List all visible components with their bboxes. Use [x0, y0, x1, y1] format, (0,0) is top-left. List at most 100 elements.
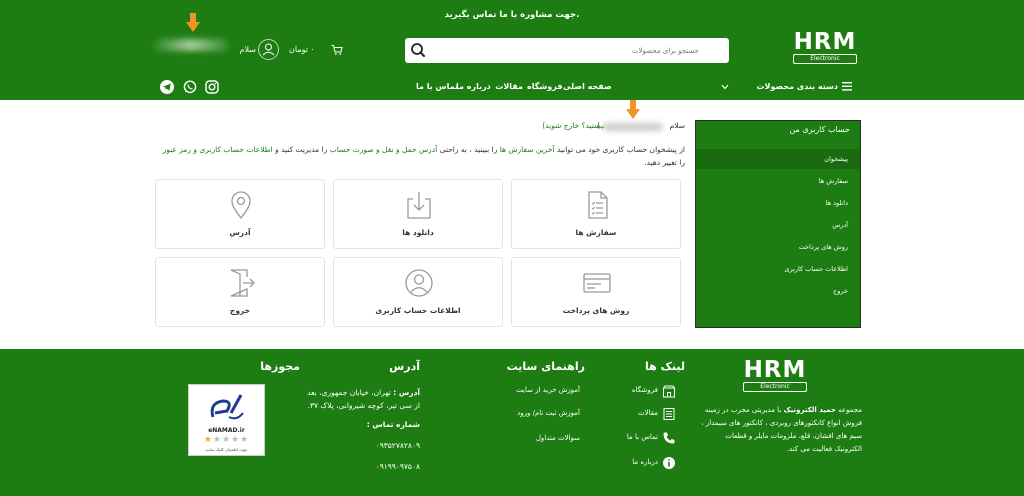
card-orders-label: سفارش ها	[575, 228, 617, 237]
hello-label: سلام	[239, 45, 256, 54]
intro-link-account[interactable]: اطلاعات حساب کاربری و رمز عبور	[163, 145, 273, 154]
footer-guide-title: راهنمای سایت	[506, 360, 585, 373]
nav-home[interactable]: صفحه اصلی	[563, 75, 612, 99]
site-logo[interactable]: HRM Electronic	[789, 30, 861, 66]
logout-door-icon	[230, 269, 255, 297]
footer-address: آدرس : تهران، خیابان جمهوری، بعد از سی ت…	[300, 386, 420, 473]
sidebar-item-orders[interactable]: سفارش ها	[696, 171, 860, 191]
account-button[interactable]	[258, 39, 279, 60]
site-footer: HRM Electronic مجموعه حمید الکترونیک با …	[0, 349, 1024, 496]
card-address-label: آدرس	[229, 228, 251, 237]
phone-number-1[interactable]: ۰۹۳۵۲۷۸۲۸۰۹	[376, 439, 420, 452]
sidebar-item-address[interactable]: آدرس	[696, 215, 860, 235]
nav-shop[interactable]: فروشگاه	[527, 75, 562, 99]
enamad-subtext: جهت اطمینان کلیک نمایید	[205, 447, 248, 452]
sidebar-item-payment-methods[interactable]: روش های پرداخت	[696, 237, 860, 257]
enamad-logo-icon	[210, 394, 244, 420]
cart-icon	[331, 45, 343, 55]
intro-link-orders[interactable]: آخرین سفارش ها	[500, 145, 555, 154]
sidebar-item-downloads[interactable]: دانلود ها	[696, 193, 860, 213]
location-pin-icon	[231, 191, 251, 220]
sidebar-item-logout[interactable]: خروج	[696, 281, 860, 301]
telegram-icon[interactable]	[159, 79, 175, 95]
address-label: آدرس :	[393, 388, 420, 397]
footer-link-about[interactable]: درباره ما	[600, 458, 658, 466]
card-payment-methods[interactable]: روش های پرداخت	[511, 257, 681, 327]
card-payment-methods-label: روش های پرداخت	[562, 306, 630, 315]
menu-icon	[842, 82, 852, 91]
card-downloads-label: دانلود ها	[402, 228, 434, 237]
intro-text-2: را ببینید ، به راحتی	[439, 145, 498, 154]
site-header: جهت مشاوره با ما تماس بگیرید. HRM Electr…	[0, 0, 1024, 100]
about-prefix: مجموعه	[838, 406, 862, 414]
whatsapp-icon[interactable]	[182, 79, 198, 95]
cart-amount: ۰ تومان	[289, 45, 315, 54]
dashboard-intro: از پیشخوان حساب کاربری خود می توانید آخر…	[155, 143, 685, 169]
footer-link-articles[interactable]: مقالات	[600, 409, 658, 417]
nav-contact[interactable]: تماس با ما	[416, 75, 458, 99]
phone-number-2[interactable]: ۰۹۱۹۹۰۹۷۵۰۸	[376, 460, 420, 473]
enamad-stars: ★★★★★	[203, 435, 250, 445]
footer-licenses-title: مجوزها	[260, 360, 300, 373]
user-circle-icon	[405, 269, 433, 297]
mini-cart[interactable]: ۰ تومان	[285, 38, 345, 62]
instagram-icon[interactable]	[204, 79, 220, 95]
top-message: جهت مشاوره با ما تماس بگیرید.	[444, 10, 580, 20]
credit-card-icon	[583, 273, 611, 293]
card-address[interactable]: آدرس	[155, 179, 325, 249]
chevron-down-icon[interactable]	[721, 84, 729, 90]
blurred-username-2	[603, 123, 663, 131]
footer-about: مجموعه حمید الکترونیک با مدیریتی مجرب در…	[697, 404, 862, 456]
footer-guide-buy[interactable]: آموزش خرید از سایت	[480, 386, 580, 394]
card-logout[interactable]: خروج	[155, 257, 325, 327]
info-icon	[663, 457, 675, 469]
footer-link-contact[interactable]: تماس با ما	[600, 433, 658, 441]
footer-guide-faq[interactable]: سوالات متداول	[480, 434, 580, 442]
enamad-badge[interactable]: eNAMAD.ir ★★★★★ جهت اطمینان کلیک نمایید	[188, 384, 265, 456]
card-downloads[interactable]: دانلود ها	[333, 179, 503, 249]
phone-label: شماره تماس :	[366, 420, 420, 429]
intro-link-address[interactable]: آدرس حمل و نقل و صورت حساب	[330, 145, 438, 154]
sidebar-item-dashboard[interactable]: پیشخوان	[696, 149, 860, 169]
card-account-details[interactable]: اطلاعات حساب کاربری	[333, 257, 503, 327]
nav-articles[interactable]: مقالات	[495, 75, 523, 99]
welcome-paren: (	[597, 121, 600, 130]
footer-address-title: آدرس	[389, 360, 420, 373]
nav-categories[interactable]: دسته بندی محصولات	[740, 75, 839, 99]
intro-text-3: را مدیریت کنید و	[275, 145, 328, 154]
main-nav: دسته بندی محصولات صفحه اصلی فروشگاه مقال…	[0, 75, 1024, 99]
footer-logo[interactable]: HRM Electronic	[739, 358, 811, 394]
logo-subtext: Electronic	[793, 54, 857, 64]
nav-about[interactable]: درباره ما	[456, 75, 491, 99]
articles-icon	[663, 408, 675, 420]
store-icon	[663, 385, 675, 398]
footer-link-shop[interactable]: فروشگاه	[600, 386, 658, 394]
welcome-prefix: سلام	[669, 121, 685, 130]
footer-logo-text: HRM	[743, 357, 807, 383]
document-list-icon	[588, 191, 608, 219]
search-box	[405, 38, 729, 63]
sidebar-item-account-details[interactable]: اطلاعات حساب کاربری	[696, 259, 860, 279]
enamad-text: eNAMAD.ir	[208, 427, 245, 434]
intro-text-1: از پیشخوان حساب کاربری خود می توانید	[556, 145, 685, 154]
about-brand: حمید الکترونیک	[783, 406, 836, 414]
footer-guide-register[interactable]: آموزش ثبت نام/ ورود	[480, 409, 580, 417]
account-sidebar: حساب کاربری من پیشخوان سفارش ها دانلود ه…	[695, 120, 861, 328]
blurred-username	[153, 39, 229, 51]
card-orders[interactable]: سفارش ها	[511, 179, 681, 249]
search-button[interactable]	[408, 41, 428, 60]
welcome-line: نیستید؟ خارج شوید) ( سلام	[300, 121, 685, 133]
user-icon	[262, 43, 275, 56]
welcome-suffix[interactable]: نیستید؟ خارج شوید)	[542, 121, 605, 130]
download-icon	[407, 192, 431, 219]
phone-icon	[663, 432, 675, 444]
logo-text: HRM	[793, 29, 857, 55]
sidebar-title: حساب کاربری من	[789, 125, 850, 134]
footer-logo-subtext: Electronic	[743, 382, 807, 392]
arrow-down-icon	[626, 100, 640, 119]
search-icon	[411, 43, 425, 57]
card-logout-label: خروج	[229, 306, 251, 315]
intro-text-4: را تغییر دهید.	[644, 158, 685, 167]
arrow-down-icon	[186, 13, 200, 32]
search-input[interactable]	[419, 41, 699, 60]
